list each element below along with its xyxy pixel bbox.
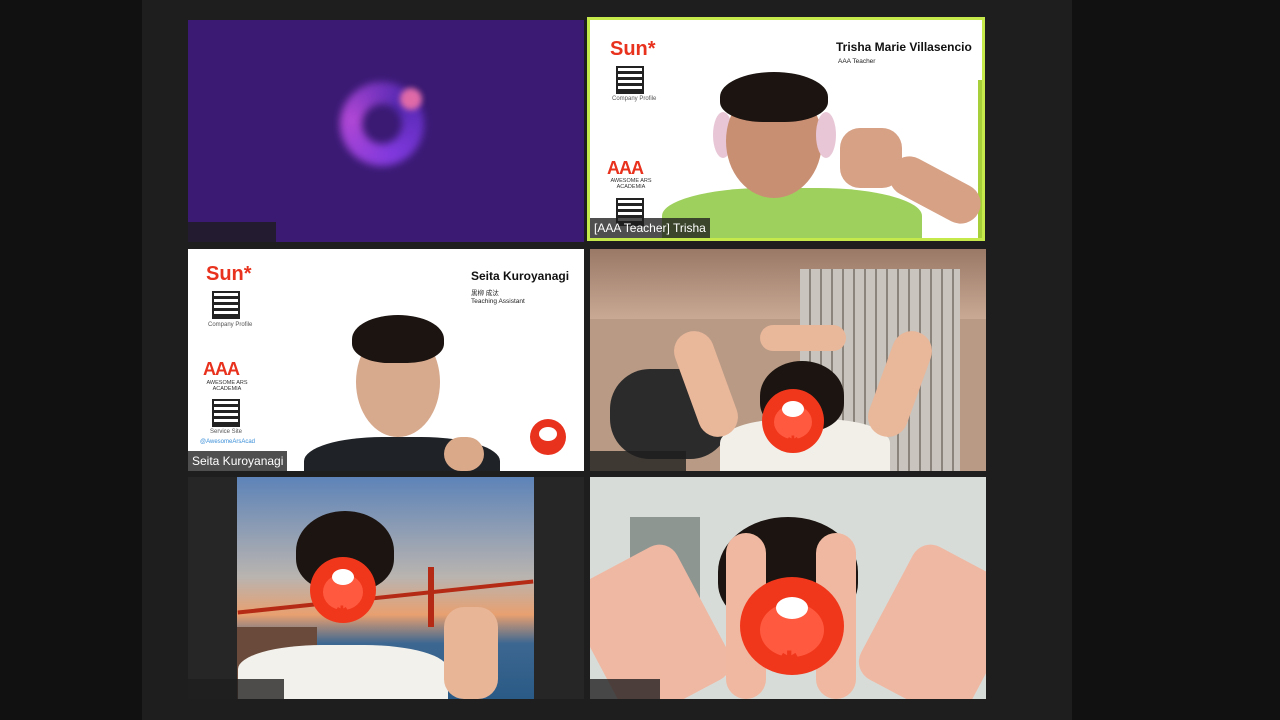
video-tile-5[interactable]: ✱: [188, 477, 584, 699]
qr-caption: Service Site: [210, 429, 243, 435]
qr-caption: Company Profile: [208, 322, 253, 328]
person-role: Teaching Assistant: [471, 298, 525, 305]
thumbs-up-hand: [444, 437, 484, 471]
academy-logo: AAA: [607, 158, 644, 178]
headphones-icon: [816, 112, 836, 158]
video-tile-2[interactable]: Sun* Company Profile AAA AWESOME ARS ACA…: [587, 17, 985, 241]
video-tile-6[interactable]: ✱: [590, 477, 986, 699]
qr-code-icon: [212, 399, 240, 427]
hand: [590, 537, 739, 699]
participant-name-tag: [590, 451, 686, 471]
app-logo-dot: [400, 88, 422, 110]
video-tile-3[interactable]: Sun* Company Profile AAA AWESOME ARS ACA…: [188, 249, 584, 471]
person-hair: [720, 72, 828, 122]
heart-hands: [760, 325, 846, 351]
sun-brand-logo: Sun*: [610, 38, 656, 60]
video-tile-4[interactable]: ✱: [590, 249, 986, 471]
academy-logo: AAA: [203, 359, 240, 379]
sun-brand-logo: Sun*: [206, 263, 252, 285]
participant-name-tag: [188, 222, 276, 242]
person-hair: [352, 315, 444, 363]
person-role: AAA Teacher: [838, 58, 876, 65]
participant-name-tag: [188, 679, 284, 699]
academy-subtitle: AWESOME ARS ACADEMIA: [206, 380, 248, 392]
bear-face-icon: ✱: [762, 389, 824, 453]
participant-name-tag: [AAA Teacher] Trisha: [590, 218, 710, 238]
qr-caption: Company Profile: [612, 96, 657, 102]
participant-name-tag: Seita Kuroyanagi: [188, 451, 288, 471]
person-name: Seita Kuroyanagi: [471, 269, 570, 283]
qr-code-icon: [212, 291, 240, 319]
video-tile-1[interactable]: [188, 20, 584, 242]
bear-face-icon: [530, 419, 566, 455]
person-name-jp: 黒柳 成汰: [471, 290, 499, 297]
participant-name-tag: [590, 679, 660, 699]
bear-face-icon: ✱: [740, 577, 844, 675]
academy-subtitle: AWESOME ARS ACADEMIA: [610, 178, 652, 190]
person-name: Trisha Marie Villasencio: [836, 40, 972, 54]
qr-code-icon: [616, 66, 644, 94]
bridge-tower: [428, 567, 434, 627]
bear-face-icon: ✱: [310, 557, 376, 623]
peace-sign-hand: [444, 607, 498, 699]
hand: [851, 537, 986, 699]
twitter-handle: @AwesomeArsAcad: [200, 439, 256, 445]
